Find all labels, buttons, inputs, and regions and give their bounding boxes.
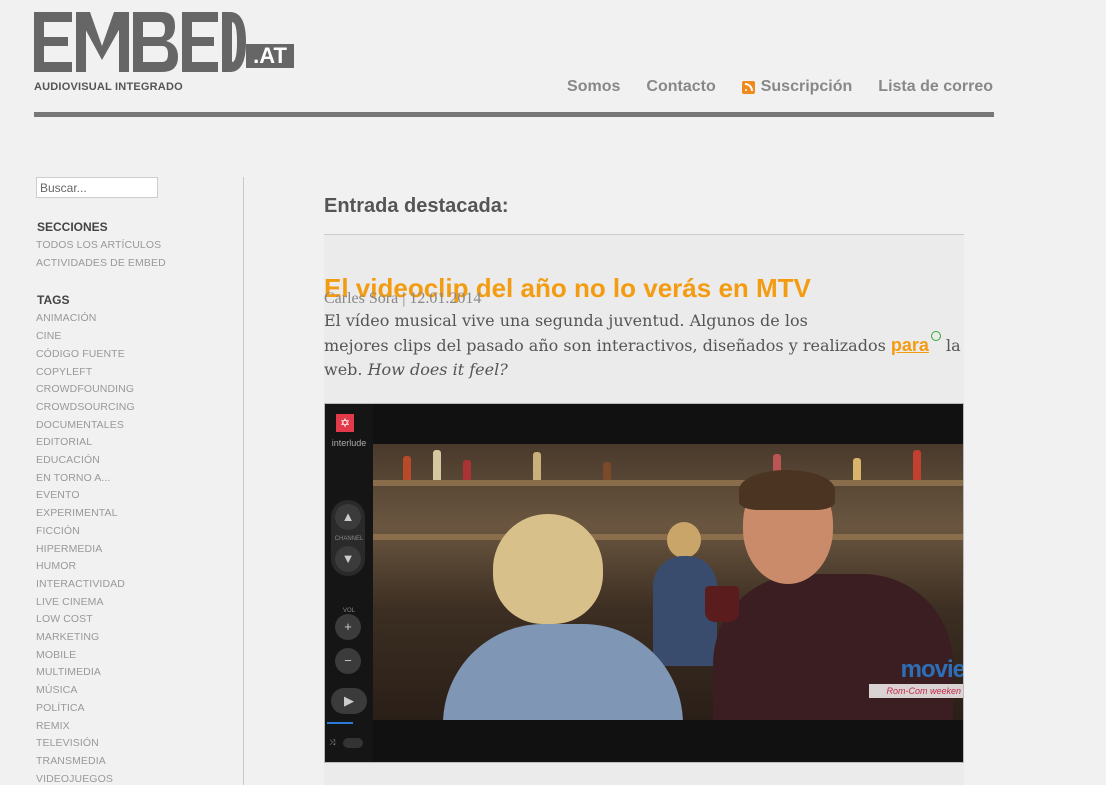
play-button[interactable]: ▶ [331,688,367,714]
tag-link[interactable]: HUMOR [36,558,242,576]
tag-link[interactable]: POLÍTICA [36,700,242,718]
tag-link[interactable]: MOBILE [36,647,242,665]
tag-link[interactable]: DOCUMENTALES [36,417,242,435]
nav-suscripcion[interactable]: Suscripción [741,78,853,96]
nav-lista-de-correo[interactable]: Lista de correo [878,78,993,96]
tag-link[interactable]: VIDEOJUEGOS [36,771,242,785]
channel-up-button[interactable]: ▲ [335,504,361,530]
volume-down-button[interactable]: − [335,648,361,674]
featured-heading: Entrada destacada: [324,194,509,217]
tag-link[interactable]: MULTIMEDIA [36,664,242,682]
post-date: 12.01.2014 [409,290,482,307]
tag-link[interactable]: TELEVISIÓN [36,735,242,753]
excerpt-line: mejores clips del pasado año son interac… [324,331,964,358]
tag-link[interactable]: EN TORNO A... [36,470,242,488]
logo-suffix: .AT [246,44,294,68]
external-link-icon [930,331,941,341]
featured-post: El videoclip del año no lo verás en MTV … [324,235,964,785]
tag-link[interactable]: MÚSICA [36,682,242,700]
player-brand: interlude [331,438,367,448]
sidebar-divider [243,177,244,785]
section-link[interactable]: TODOS LOS ARTÍCULOS [36,237,242,255]
tag-link[interactable]: INTERACTIVIDAD [36,576,242,594]
tag-link[interactable]: EVENTO [36,487,242,505]
nav-contacto[interactable]: Contacto [646,78,715,96]
header-divider [34,112,994,117]
tag-link[interactable]: LIVE CINEMA [36,594,242,612]
excerpt-text: web. [324,360,363,379]
tag-link[interactable]: CROWDSOURCING [36,399,242,417]
nav-somos[interactable]: Somos [567,78,620,96]
tag-link[interactable]: ANIMACIÓN [36,310,242,328]
nav-suscripcion-label: Suscripción [760,78,853,95]
tags-heading: TAGS [37,293,70,308]
section-link[interactable]: ACTIVIDADES DE EMBED [36,255,242,273]
channel-badge: movie Rom-Com weeken [869,656,964,700]
site-tagline: AUDIOVISUAL INTEGRADO [34,81,183,93]
mug-icon [705,586,739,622]
player-controls: ✡ interlude ▲ CHANNEL ▼ VOL + − ▶ ⤨ [325,404,373,762]
video-frame: movie Rom-Com weeken [373,444,964,720]
site-logo[interactable]: .AT [34,12,296,74]
post-excerpt: El vídeo musical vive una segunda juvent… [324,309,964,382]
excerpt-line: web. How does it feel? [324,358,964,382]
tag-link[interactable]: HIPERMEDIA [36,541,242,559]
search-input[interactable] [36,177,158,198]
progress-bar[interactable] [327,722,353,724]
tag-link[interactable]: EDUCACIÓN [36,452,242,470]
tag-link[interactable]: LOW COST [36,611,242,629]
meta-separator: | [402,290,406,307]
sections-heading: SECCIONES [37,220,108,234]
top-navigation: Somos Contacto Suscripción Lista de corr… [541,78,993,96]
tags-list: ANIMACIÓN CINE CÓDIGO FUENTE COPYLEFT CR… [36,310,242,785]
woman-figure [443,514,683,720]
tag-link[interactable]: CÓDIGO FUENTE [36,346,242,364]
excerpt-text: la [946,336,961,355]
tag-link[interactable]: CROWDFOUNDING [36,381,242,399]
excerpt-italic: How does it feel? [367,360,508,379]
hd-toggle[interactable] [343,738,363,748]
para-link[interactable]: para [891,335,929,355]
shuffle-icon[interactable]: ⤨ [329,738,335,748]
tag-link[interactable]: TRANSMEDIA [36,753,242,771]
tag-link[interactable]: REMIX [36,718,242,736]
post-author[interactable]: Carles Sora [324,290,398,307]
excerpt-text: mejores clips del pasado año son interac… [324,336,886,355]
tag-link[interactable]: CINE [36,328,242,346]
interlude-logo-icon: ✡ [336,414,354,432]
tag-link[interactable]: EDITORIAL [36,434,242,452]
tag-link[interactable]: EXPERIMENTAL [36,505,242,523]
video-player[interactable]: ✡ interlude ▲ CHANNEL ▼ VOL + − ▶ ⤨ movi… [324,403,964,763]
excerpt-line: El vídeo musical vive una segunda juvent… [324,311,808,330]
sections-list: TODOS LOS ARTÍCULOS ACTIVIDADES DE EMBED [36,237,242,272]
channel-down-button[interactable]: ▼ [335,546,361,572]
post-meta: Carles Sora | 12.01.2014 [324,290,481,308]
tag-link[interactable]: COPYLEFT [36,364,242,382]
tag-link[interactable]: MARKETING [36,629,242,647]
badge-title: movie [900,656,964,683]
channel-label: CHANNEL [334,536,364,542]
tag-link[interactable]: FICCIÓN [36,523,242,541]
sidebar: SECCIONES TODOS LOS ARTÍCULOS ACTIVIDADE… [36,177,242,785]
volume-up-button[interactable]: + [335,614,361,640]
badge-subtitle: Rom-Com weeken [869,684,963,698]
rss-icon [741,80,755,94]
logo-wordmark [34,12,246,72]
